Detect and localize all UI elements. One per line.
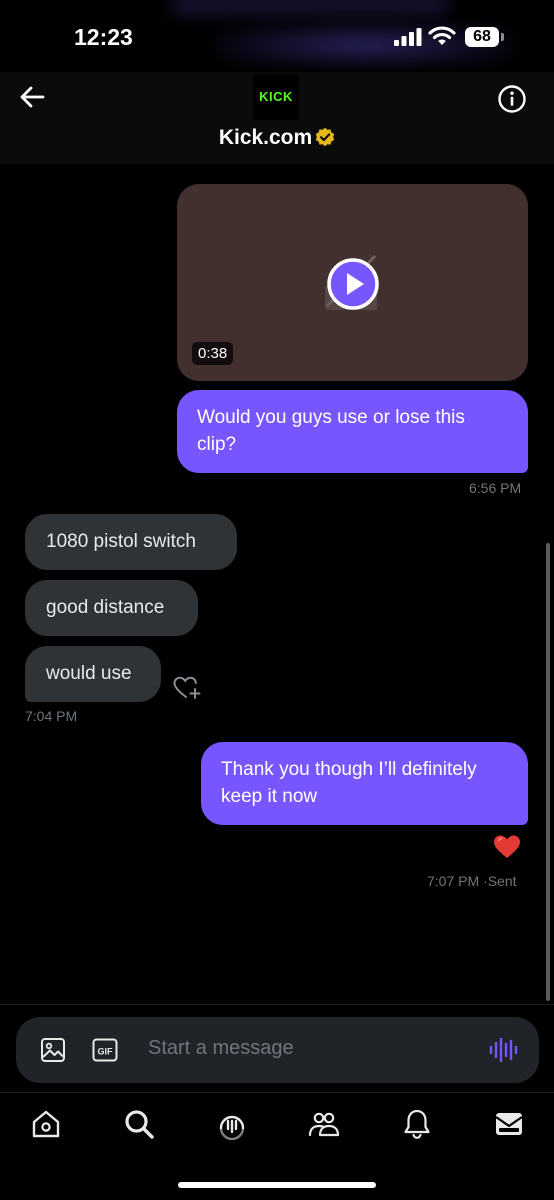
home-icon[interactable]	[30, 1108, 62, 1140]
conversation-header: KICK Kick.com	[0, 72, 554, 164]
battery-indicator: 68	[465, 27, 499, 47]
svg-text:GIF: GIF	[98, 1047, 114, 1057]
timestamp-time: 7:07 PM	[427, 873, 480, 889]
divider	[0, 1092, 554, 1093]
conversation-title[interactable]: Kick.com	[0, 126, 554, 150]
incoming-message[interactable]: would use	[25, 646, 161, 702]
voice-wave-icon[interactable]	[488, 1037, 518, 1063]
delivery-status: ·Sent	[483, 873, 517, 889]
search-icon[interactable]	[123, 1108, 155, 1140]
play-icon[interactable]	[326, 257, 380, 311]
communities-icon[interactable]	[308, 1108, 340, 1140]
video-message[interactable]: 0:38	[177, 184, 528, 381]
gif-icon[interactable]: GIF	[92, 1038, 118, 1062]
incoming-message[interactable]: 1080 pistol switch	[25, 514, 237, 570]
signal-icon	[394, 28, 422, 46]
battery-nub	[501, 33, 504, 41]
message-input[interactable]	[148, 1037, 448, 1060]
heart-plus-icon[interactable]	[173, 676, 203, 700]
outgoing-message[interactable]: Thank you though I’ll definitely keep it…	[201, 742, 528, 825]
avatar[interactable]: KICK	[253, 74, 299, 120]
notifications-icon[interactable]	[401, 1108, 433, 1140]
status-time: 12:23	[74, 24, 133, 50]
message-timestamp: 7:07 PM ·Sent	[427, 873, 517, 889]
verified-badge-icon	[315, 127, 335, 147]
scrollbar[interactable]	[546, 543, 550, 1001]
status-blur	[170, 0, 450, 16]
message-timestamp: 6:56 PM	[469, 480, 522, 496]
status-bar: 12:23 68	[0, 0, 554, 72]
message-composer: GIF	[16, 1017, 539, 1083]
video-duration: 0:38	[192, 342, 234, 365]
wifi-icon	[428, 26, 456, 45]
divider	[0, 1004, 554, 1005]
red-heart-icon[interactable]	[493, 834, 521, 860]
grok-icon[interactable]	[216, 1108, 248, 1140]
page-title: Kick.com	[218, 126, 313, 149]
incoming-message[interactable]: good distance	[25, 580, 198, 636]
back-arrow-icon[interactable]	[14, 81, 50, 113]
home-indicator	[178, 1182, 376, 1188]
outgoing-message[interactable]: Would you guys use or lose this clip?	[177, 390, 528, 473]
message-timestamp: 7:04 PM	[25, 708, 78, 724]
info-icon[interactable]	[497, 84, 527, 114]
messages-icon[interactable]	[493, 1108, 525, 1140]
image-icon[interactable]	[40, 1037, 66, 1063]
